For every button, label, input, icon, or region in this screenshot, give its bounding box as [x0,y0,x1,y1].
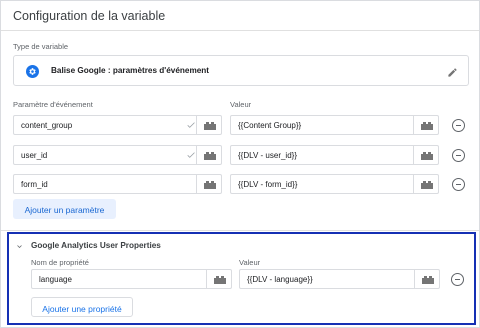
lego-icon [421,152,433,160]
lego-icon [204,181,216,189]
variable-type-value: Balise Google : paramètres d'événement [51,66,210,75]
variable-type-selector[interactable]: Balise Google : paramètres d'événement [13,55,469,86]
param-value-input[interactable]: {{DLV - user_id}} [230,145,439,165]
lego-icon [421,181,433,189]
add-parameter-label: Ajouter un paramètre [24,205,105,215]
lego-icon [204,122,216,130]
param-name-value: form_id [21,180,48,189]
variable-picker-button[interactable] [413,116,439,134]
variable-picker-button[interactable] [413,146,439,164]
section-divider [1,230,479,231]
param-value-value: {{Content Group}} [238,121,302,130]
check-icon [187,122,195,128]
event-param-value-header: Valeur [230,100,252,109]
event-param-name-header: Paramètre d'événement [13,100,93,109]
variable-picker-button[interactable] [196,146,222,164]
remove-row-icon[interactable] [452,149,465,162]
variable-configuration-card: Configuration de la variable Type de var… [0,0,480,328]
check-icon [187,152,195,158]
variable-picker-button[interactable] [196,116,222,134]
pencil-icon[interactable] [447,65,458,83]
lego-icon [204,152,216,160]
param-value-input[interactable]: {{Content Group}} [230,115,439,135]
param-value-value: {{DLV - user_id}} [238,151,298,160]
lego-icon [421,122,433,130]
remove-row-icon[interactable] [452,119,465,132]
param-name-input[interactable]: user_id [13,145,222,165]
variable-picker-button[interactable] [196,175,222,193]
highlight-frame [7,232,476,325]
gear-icon [26,65,39,78]
card-header: Configuration de la variable [1,1,479,31]
add-parameter-button[interactable]: Ajouter un paramètre [13,199,116,219]
param-name-value: user_id [21,151,48,160]
param-name-value: content_group [21,121,73,130]
param-value-value: {{DLV - form_id}} [238,180,298,189]
variable-picker-button[interactable] [413,175,439,193]
remove-row-icon[interactable] [452,178,465,191]
param-name-input[interactable]: form_id [13,174,222,194]
param-value-input[interactable]: {{DLV - form_id}} [230,174,439,194]
param-name-input[interactable]: content_group [13,115,222,135]
page-title: Configuration de la variable [13,9,166,23]
variable-type-label: Type de variable [13,42,69,51]
